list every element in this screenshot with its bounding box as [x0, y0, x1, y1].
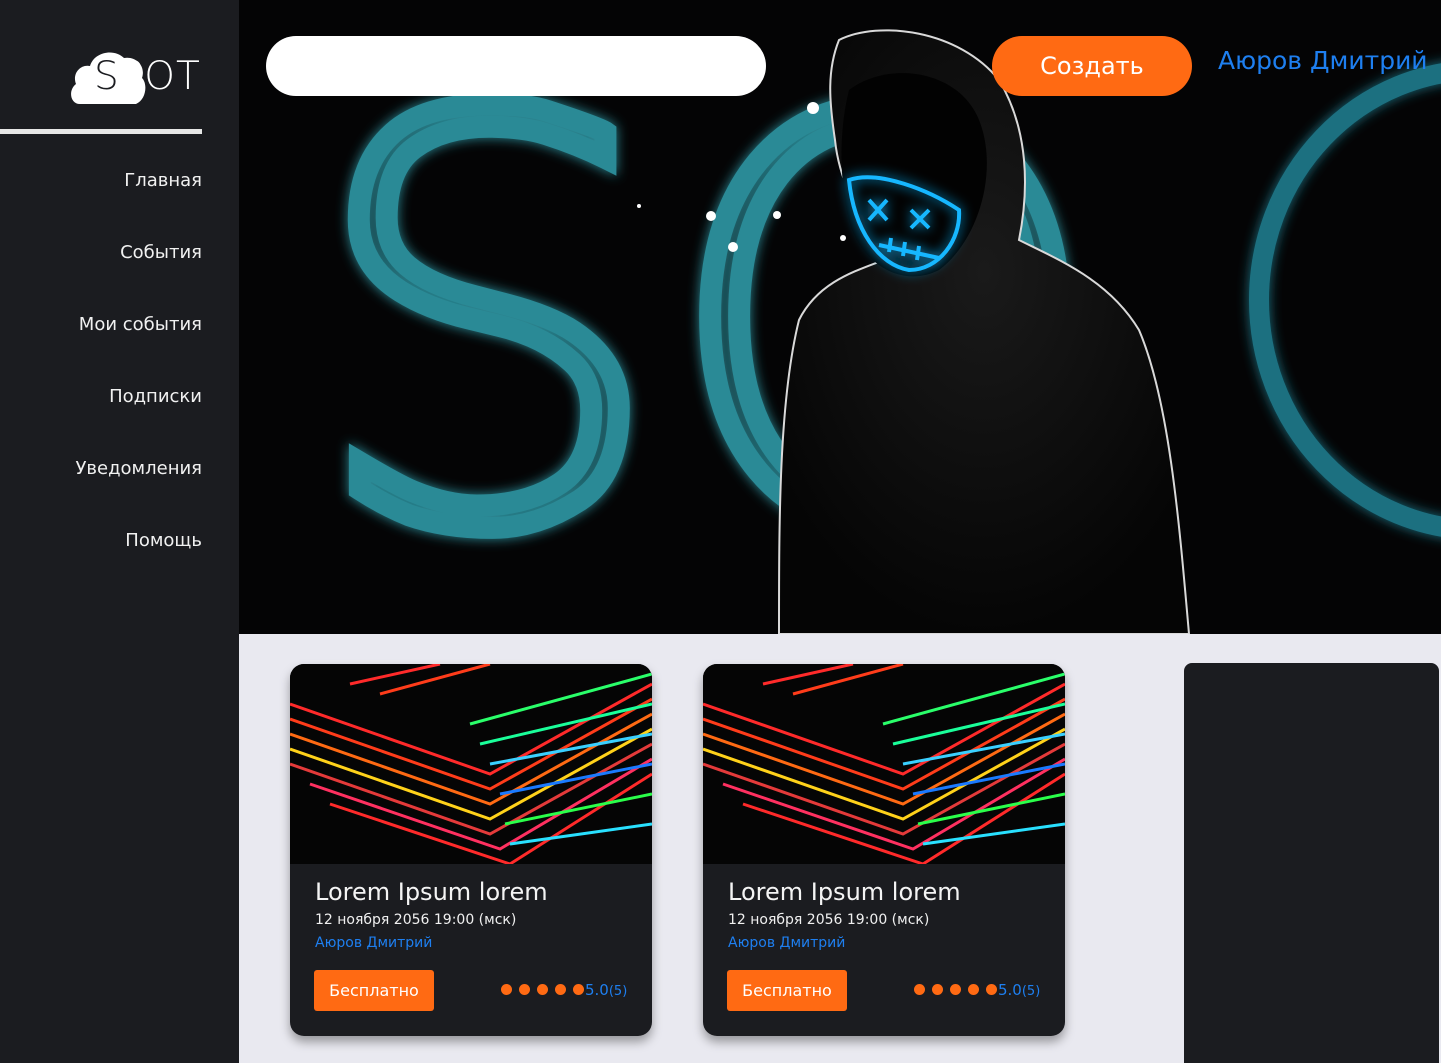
- nav-item-subscriptions[interactable]: Подписки: [75, 382, 202, 454]
- rating-dot-icon: [914, 984, 925, 995]
- rating-count: (5): [1021, 984, 1041, 999]
- nav-item-notifications[interactable]: Уведомления: [75, 454, 202, 526]
- rating-dots: [914, 984, 1004, 998]
- rating-dot-icon: [932, 984, 943, 995]
- sidebar: SPOT Главная События Мои события Подписк…: [0, 0, 239, 1063]
- rating-dot-icon: [537, 984, 548, 995]
- create-button[interactable]: Создать: [992, 36, 1192, 96]
- event-card[interactable]: Lorem Ipsum lorem 12 ноября 2056 19:00 (…: [703, 664, 1065, 1036]
- logo-letter: S: [94, 54, 120, 99]
- event-author-link[interactable]: Аюров Дмитрий: [315, 935, 432, 951]
- rating-value: 5.0(5): [585, 981, 627, 999]
- event-image: [290, 664, 652, 864]
- user-profile-link[interactable]: Аюров Дмитрий: [1218, 46, 1428, 75]
- rating-dot-icon: [555, 984, 566, 995]
- rating-dot-icon: [986, 984, 997, 995]
- nav-item-my-events[interactable]: Мои события: [75, 310, 202, 382]
- main-nav: Главная События Мои события Подписки Уве…: [75, 166, 202, 598]
- event-image: [703, 664, 1065, 864]
- price-button[interactable]: Бесплатно: [727, 970, 847, 1011]
- rating-dots: [501, 984, 591, 998]
- event-card[interactable]: Lorem Ipsum lorem 12 ноября 2056 19:00 (…: [290, 664, 652, 1036]
- search-input[interactable]: [266, 36, 766, 96]
- nav-item-home[interactable]: Главная: [75, 166, 202, 238]
- event-date: 12 ноября 2056 19:00 (мск): [315, 912, 517, 928]
- price-button[interactable]: Бесплатно: [314, 970, 434, 1011]
- logo-rest: POT: [119, 54, 201, 99]
- event-title: Lorem Ipsum lorem: [315, 878, 548, 906]
- rating-dot-icon: [968, 984, 979, 995]
- rating-score: 5.0: [585, 981, 609, 999]
- logo-text: SPOT: [94, 54, 201, 99]
- rating-dot-icon: [573, 984, 584, 995]
- rating-count: (5): [608, 984, 628, 999]
- rating-score: 5.0: [998, 981, 1022, 999]
- rating-value: 5.0(5): [998, 981, 1040, 999]
- rating-dot-icon: [519, 984, 530, 995]
- event-date: 12 ноября 2056 19:00 (мск): [728, 912, 930, 928]
- nav-item-help[interactable]: Помощь: [75, 526, 202, 598]
- nav-item-events[interactable]: События: [75, 238, 202, 310]
- event-author-link[interactable]: Аюров Дмитрий: [728, 935, 845, 951]
- spot-logo[interactable]: SPOT: [70, 44, 210, 108]
- rating-dot-icon: [950, 984, 961, 995]
- right-side-panel: [1184, 663, 1439, 1063]
- rating-dot-icon: [501, 984, 512, 995]
- logo-divider: [0, 129, 202, 134]
- event-title: Lorem Ipsum lorem: [728, 878, 961, 906]
